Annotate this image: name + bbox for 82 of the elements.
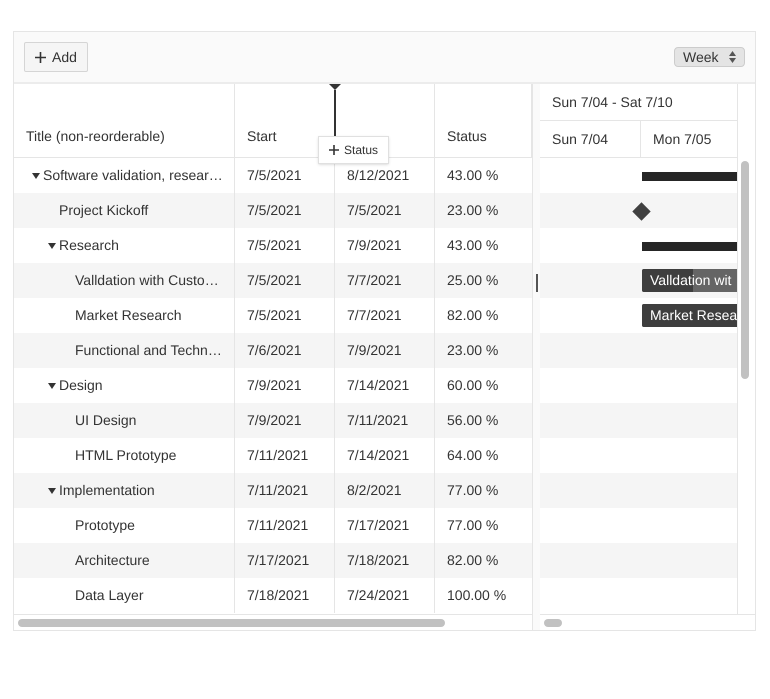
status-cell-text: 56.00 % — [447, 411, 498, 430]
task-bar[interactable]: Valldation wit — [642, 269, 737, 292]
caret-down-icon[interactable] — [48, 382, 56, 388]
table-row[interactable]: Architecture 7/17/2021 7/18/2021 82.00 % — [14, 543, 532, 578]
start-date-cell-text: 7/9/2021 — [247, 411, 302, 430]
start-date-cell-text: 7/17/2021 — [247, 551, 310, 570]
caret-down-icon[interactable] — [48, 488, 56, 494]
status-cell-text: 23.00 % — [447, 201, 498, 220]
title-cell-text: Design — [59, 376, 103, 395]
status-cell-text: 82.00 % — [447, 551, 498, 570]
status-cell-text: 100.00 % — [447, 586, 506, 605]
add-button[interactable]: Add — [24, 42, 88, 72]
end-date-cell-text: 7/5/2021 — [347, 201, 402, 220]
horizontal-scrollbar[interactable] — [544, 618, 562, 626]
start-date-cell-text: 7/11/2021 — [247, 481, 308, 500]
status-cell-text: 25.00 % — [447, 271, 498, 290]
drag-hint-label: Status — [344, 142, 378, 159]
start-date-cell-text: 7/5/2021 — [247, 306, 302, 325]
title-cell-text: Research — [59, 236, 119, 255]
title-cell-text: Data Layer — [75, 586, 144, 605]
end-date-cell-text: 7/17/2021 — [347, 516, 410, 535]
day-header: Mon 7/05 — [641, 121, 737, 157]
horizontal-scrollbar[interactable] — [18, 618, 445, 626]
vertical-scrollbar[interactable] — [741, 161, 749, 379]
end-date-cell-text: 7/7/2021 — [347, 271, 402, 290]
view-select[interactable]: Week — [674, 47, 745, 67]
start-date-cell-text: 7/11/2021 — [247, 516, 308, 535]
start-date-cell-text: 7/11/2021 — [247, 446, 308, 465]
task-bar[interactable]: Market Resea — [642, 304, 737, 327]
status-cell-text: 77.00 % — [447, 516, 498, 535]
start-date-cell-text: 7/18/2021 — [247, 586, 310, 605]
plus-icon — [35, 52, 46, 62]
updown-caret-icon — [729, 51, 736, 63]
end-date-cell-text: 7/18/2021 — [347, 551, 410, 570]
status-cell-text: 43.00 % — [447, 236, 498, 255]
title-cell-text: HTML Prototype — [75, 446, 176, 465]
splitter-handle[interactable] — [536, 274, 538, 292]
title-cell-text: Valldation with Custo… — [75, 271, 219, 290]
week-header: Sun 7/04 - Sat 7/10 — [540, 84, 737, 121]
status-cell-text: 77.00 % — [447, 481, 498, 500]
table-row[interactable]: Implementation 7/11/2021 8/2/2021 77.00 % — [14, 473, 532, 508]
end-date-cell-text: 8/2/2021 — [347, 481, 402, 500]
start-date-cell-text: 7/6/2021 — [247, 341, 302, 360]
plus-icon — [329, 145, 339, 155]
caret-down-icon[interactable] — [32, 172, 40, 178]
start-date-cell-text: 7/5/2021 — [247, 201, 302, 220]
end-date-cell-text: 7/24/2021 — [347, 586, 410, 605]
title-cell-text: Implementation — [59, 481, 155, 500]
status-cell-text: 23.00 % — [447, 341, 498, 360]
column-header[interactable]: Start — [247, 126, 277, 147]
end-date-cell-text: 7/14/2021 — [347, 376, 410, 395]
column-drop-indicator — [329, 84, 341, 136]
status-cell-text: 60.00 % — [447, 376, 498, 395]
title-cell-text: Functional and Techn… — [75, 341, 222, 360]
start-date-cell-text: 7/5/2021 — [247, 271, 302, 290]
end-date-cell-text: 7/7/2021 — [347, 306, 402, 325]
status-cell-text: 43.00 % — [447, 166, 498, 185]
task-bar-label: Valldation wit — [649, 271, 732, 290]
column-header[interactable]: Status — [447, 126, 487, 147]
end-date-cell-text: 7/9/2021 — [347, 341, 402, 360]
table-row[interactable]: UI Design 7/9/2021 7/11/2021 56.00 % — [14, 403, 532, 438]
title-cell-text: Project Kickoff — [59, 201, 148, 220]
day-header: Sun 7/04 — [540, 121, 641, 157]
end-date-cell-text: 8/12/2021 — [347, 166, 410, 185]
start-date-cell-text: 7/5/2021 — [247, 236, 302, 255]
start-date-cell-text: 7/5/2021 — [247, 166, 302, 185]
title-cell-text: UI Design — [75, 411, 136, 430]
title-cell-text: Architecture — [75, 551, 150, 570]
caret-down-icon[interactable] — [48, 242, 56, 248]
end-date-cell-text: 7/14/2021 — [347, 446, 410, 465]
title-cell-text: Market Research — [75, 306, 182, 325]
status-cell-text: 82.00 % — [447, 306, 498, 325]
title-cell-text: Prototype — [75, 516, 135, 535]
table-row[interactable]: Project Kickoff 7/5/2021 7/5/2021 23.00 % — [14, 193, 532, 228]
end-date-cell-text: 7/9/2021 — [347, 236, 402, 255]
table-row[interactable]: Functional and Techn… 7/6/2021 7/9/2021 23.00 % — [14, 333, 532, 368]
end-date-cell-text: 7/11/2021 — [347, 411, 408, 430]
status-cell-text: 64.00 % — [447, 446, 498, 465]
table-row[interactable]: Valldation with Custo… 7/5/2021 7/7/2021 25.00 % — [14, 263, 532, 298]
column-header[interactable]: Title (non-reorderable) — [26, 126, 165, 147]
title-cell-text: Software validation, resear… — [43, 166, 223, 185]
start-date-cell-text: 7/9/2021 — [247, 376, 302, 395]
